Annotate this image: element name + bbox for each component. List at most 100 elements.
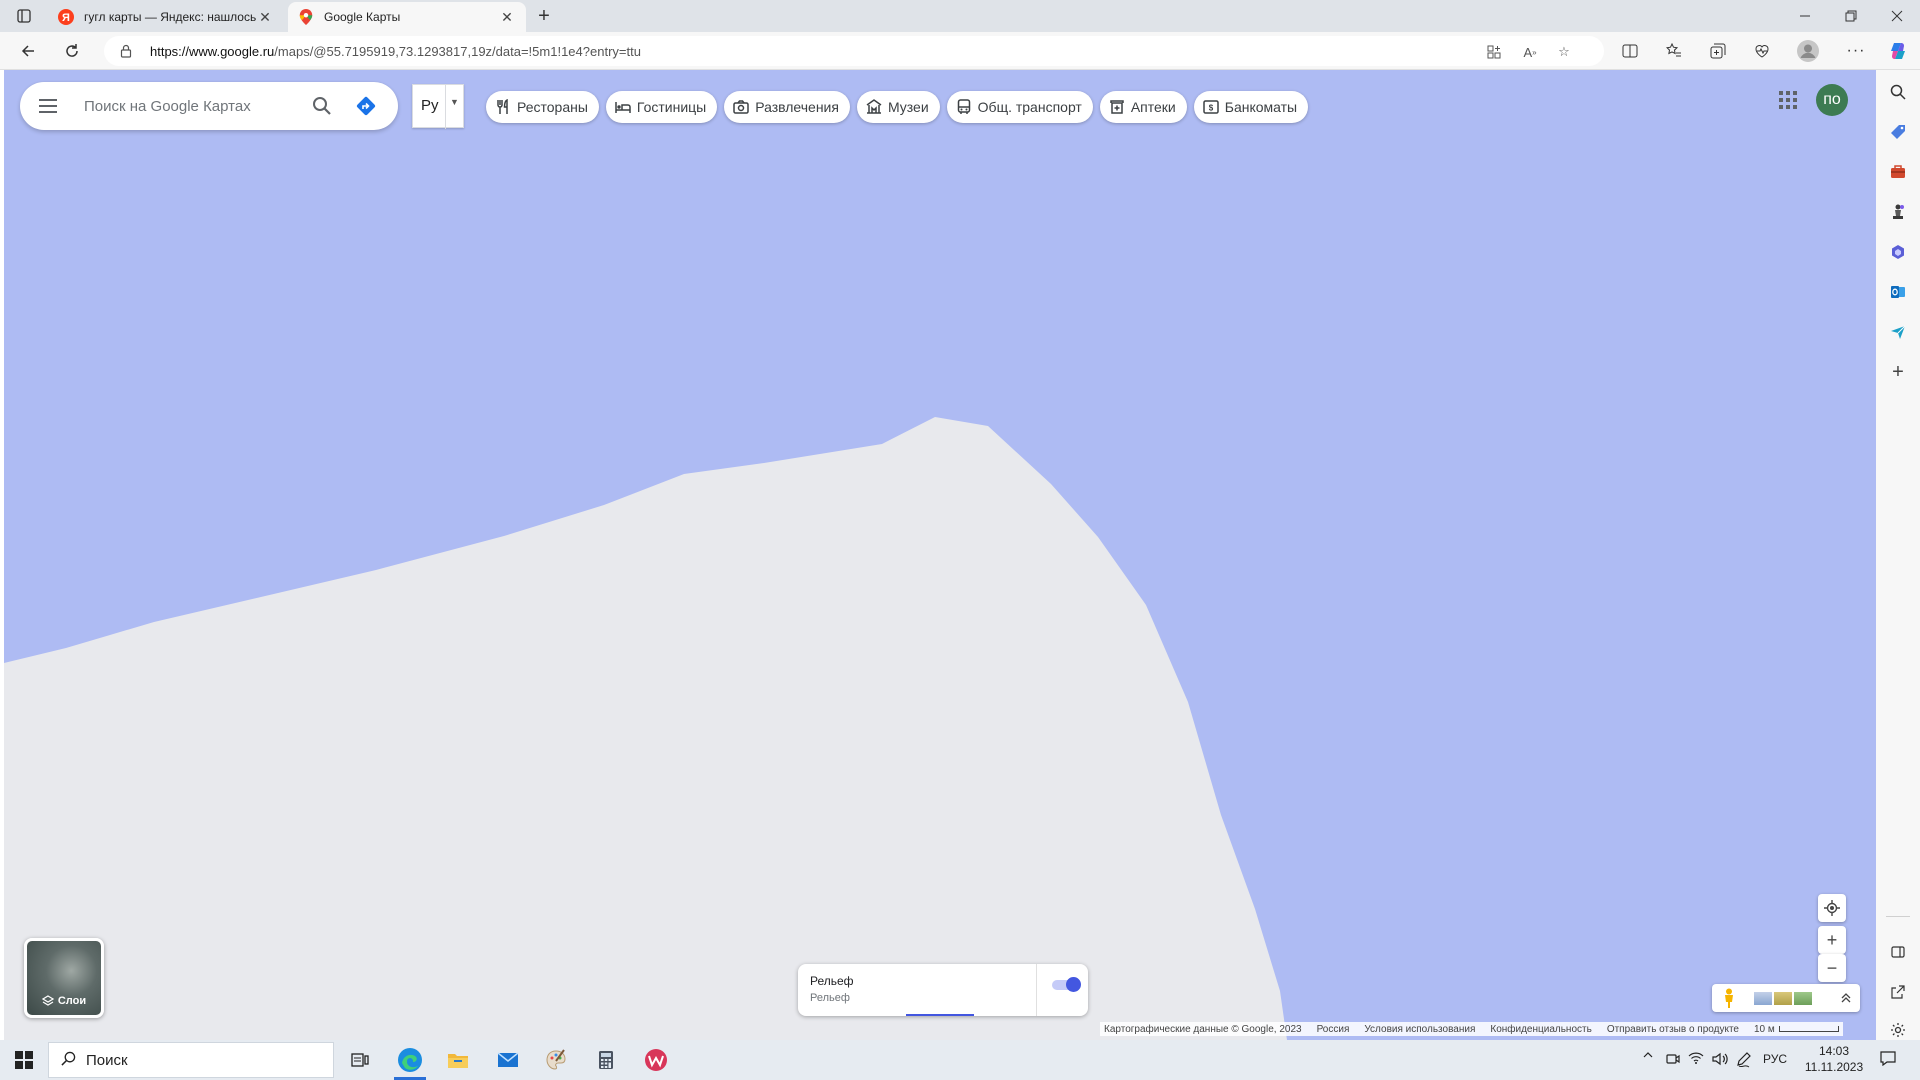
chip-hotels[interactable]: Гостиницы	[605, 91, 718, 123]
outlook-icon[interactable]	[1884, 278, 1912, 306]
chip-atms[interactable]: $ Банкоматы	[1193, 91, 1309, 123]
task-view-icon[interactable]	[336, 1040, 384, 1080]
tab-google-maps[interactable]: Google Карты ✕	[288, 2, 526, 32]
address-bar[interactable]: https://www.google.ru/maps/@55.7195919,7…	[104, 36, 1604, 66]
search-icon[interactable]	[310, 94, 334, 118]
settings-more-icon[interactable]: ···	[1842, 37, 1870, 65]
svg-text:$: $	[1209, 104, 1214, 113]
close-tab-icon[interactable]: ✕	[498, 8, 516, 26]
favorites-icon[interactable]	[1660, 37, 1688, 65]
hamburger-menu-icon[interactable]	[36, 94, 60, 118]
tools-briefcase-icon[interactable]	[1884, 158, 1912, 186]
taskbar-search[interactable]	[48, 1042, 334, 1078]
chevron-up-icon[interactable]	[1838, 988, 1854, 1008]
minimize-icon[interactable]	[1782, 0, 1828, 32]
museum-icon	[866, 99, 882, 115]
read-aloud-icon[interactable]: A»	[1520, 42, 1540, 62]
relief-indicator	[906, 1014, 974, 1016]
microsoft-365-icon[interactable]	[1884, 238, 1912, 266]
tab-yandex[interactable]: Я гугл карты — Яндекс: нашлось ✕	[48, 2, 284, 32]
new-tab-icon[interactable]: +	[530, 4, 558, 28]
file-explorer-icon[interactable]	[434, 1040, 482, 1080]
camera-icon	[733, 99, 749, 115]
chip-label: Гостиницы	[636, 99, 707, 115]
pegman-icon[interactable]	[1722, 988, 1736, 1008]
pen-input-icon[interactable]	[1734, 1052, 1754, 1068]
relief-title: Рельеф	[810, 974, 854, 988]
yandex-icon: Я	[58, 9, 74, 25]
imagery-thumb-terrain[interactable]	[1754, 992, 1772, 1005]
directions-icon[interactable]	[354, 94, 378, 118]
browser-toolbar: https://www.google.ru/maps/@55.7195919,7…	[0, 32, 1920, 70]
close-window-icon[interactable]	[1874, 0, 1920, 32]
back-icon[interactable]	[14, 37, 42, 65]
search-box	[20, 82, 398, 130]
my-location-icon[interactable]	[1818, 894, 1846, 922]
privacy-link[interactable]: Конфиденциальность	[1490, 1024, 1591, 1035]
volume-icon[interactable]	[1710, 1052, 1730, 1066]
meet-now-icon[interactable]	[1664, 1052, 1682, 1066]
chip-museums[interactable]: Музеи	[856, 91, 940, 123]
calculator-icon[interactable]	[582, 1040, 630, 1080]
tab-actions-icon[interactable]	[10, 4, 38, 28]
bus-icon	[956, 99, 972, 115]
add-sidebar-app-icon[interactable]: +	[1884, 358, 1912, 386]
sidebar-search-icon[interactable]	[1884, 78, 1912, 106]
close-tab-icon[interactable]: ✕	[256, 8, 274, 26]
profile-icon[interactable]	[1794, 37, 1822, 65]
google-apps-icon[interactable]	[1772, 84, 1804, 116]
shopping-tag-icon[interactable]	[1884, 118, 1912, 146]
zoom-in-button[interactable]: +	[1818, 926, 1846, 954]
wps-office-icon[interactable]	[632, 1040, 680, 1080]
layers-button[interactable]: Слои	[24, 938, 104, 1018]
chip-transit[interactable]: Общ. транспорт	[946, 91, 1093, 123]
games-chess-icon[interactable]	[1884, 198, 1912, 226]
zoom-out-button[interactable]: −	[1818, 954, 1846, 982]
hide-sidebar-icon[interactable]	[1884, 938, 1912, 966]
paint-icon[interactable]	[532, 1040, 580, 1080]
chip-label: Банкоматы	[1224, 99, 1298, 115]
app-available-icon[interactable]	[1484, 42, 1504, 62]
chip-entertainment[interactable]: Развлечения	[724, 91, 850, 123]
imagery-thumb-landscape[interactable]	[1794, 992, 1812, 1005]
split-screen-icon[interactable]	[1616, 37, 1644, 65]
chevron-down-icon[interactable]: ▼	[445, 85, 463, 129]
windows-start-icon[interactable]	[0, 1040, 48, 1080]
search-icon	[61, 1051, 76, 1069]
open-external-icon[interactable]	[1884, 978, 1912, 1006]
tab-title: Google Карты	[324, 10, 401, 24]
account-avatar[interactable]: по	[1816, 84, 1848, 116]
map-controls: + −	[1818, 894, 1846, 998]
notifications-icon[interactable]	[1876, 1050, 1900, 1066]
favorite-star-icon[interactable]: ☆	[1554, 42, 1574, 62]
browser-essentials-icon[interactable]	[1748, 37, 1776, 65]
chip-label: Аптеки	[1130, 99, 1176, 115]
refresh-icon[interactable]	[58, 37, 86, 65]
map-canvas[interactable]: Ру ▼ Рестораны Гостиницы Развлечения Муз…	[4, 70, 1876, 1040]
system-clock[interactable]: 14:03 11.11.2023	[1798, 1043, 1870, 1075]
feedback-link[interactable]: Отправить отзыв о продукте	[1607, 1024, 1739, 1035]
relief-layer-card: Рельеф Рельеф	[798, 964, 1088, 1016]
wifi-icon[interactable]	[1686, 1052, 1706, 1064]
scale-bar[interactable]: 10 м	[1754, 1024, 1839, 1035]
region-link[interactable]: Россия	[1317, 1024, 1350, 1035]
lock-icon[interactable]	[118, 43, 134, 59]
edge-browser-icon[interactable]	[386, 1040, 434, 1080]
language-selector[interactable]: Ру ▼	[412, 84, 464, 129]
taskbar-search-input[interactable]	[86, 1051, 316, 1069]
mail-icon[interactable]	[484, 1040, 532, 1080]
restore-icon[interactable]	[1828, 0, 1874, 32]
input-language[interactable]: РУС	[1758, 1052, 1792, 1066]
chip-restaurants[interactable]: Рестораны	[486, 91, 599, 123]
show-hidden-icons-icon[interactable]	[1640, 1052, 1656, 1058]
chip-label: Общ. транспорт	[977, 99, 1082, 115]
relief-toggle[interactable]	[1052, 977, 1081, 992]
send-drop-icon[interactable]	[1884, 318, 1912, 346]
map-search-input[interactable]	[84, 94, 304, 118]
collections-icon[interactable]	[1704, 37, 1732, 65]
imagery-thumbnails[interactable]	[1754, 992, 1812, 1005]
copilot-icon[interactable]	[1884, 37, 1912, 65]
chip-pharmacies[interactable]: Аптеки	[1099, 91, 1187, 123]
terms-link[interactable]: Условия использования	[1364, 1024, 1475, 1035]
imagery-thumb-satellite[interactable]	[1774, 992, 1792, 1005]
